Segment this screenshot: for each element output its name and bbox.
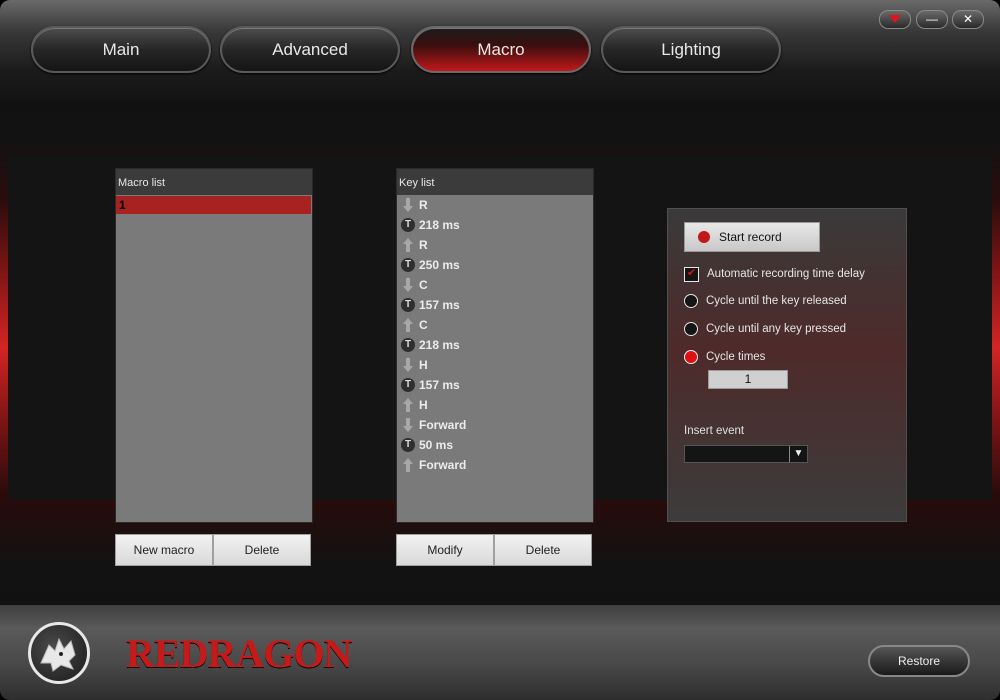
key-list-row[interactable]: H: [397, 355, 593, 375]
timer-t-icon: T: [401, 297, 415, 313]
key-list-row-text: R: [419, 238, 428, 252]
key-list-row[interactable]: T 218 ms: [397, 335, 593, 355]
minimize-button[interactable]: —: [916, 10, 948, 29]
arrow-down-icon: [401, 277, 415, 293]
auto-delay-option: ✔ Automatic recording time delay: [684, 266, 865, 282]
key-list-row[interactable]: C: [397, 275, 593, 295]
record-dot-icon: [698, 231, 710, 243]
key-list-row[interactable]: R: [397, 195, 593, 215]
cycle-until-any-key-label: Cycle until any key pressed: [706, 323, 846, 335]
cycle-until-released-label: Cycle until the key released: [706, 295, 847, 307]
triangle-down-icon: [889, 15, 901, 23]
key-list-row-text: R: [419, 198, 428, 212]
cycle-until-any-key-option: Cycle until any key pressed: [684, 321, 846, 337]
new-macro-button[interactable]: New macro: [115, 534, 213, 566]
macro-list-panel: Macro list 1: [115, 168, 313, 523]
key-list-row-text: 50 ms: [419, 438, 454, 452]
key-list-row[interactable]: T 157 ms: [397, 375, 593, 395]
delete-macro-button[interactable]: Delete: [213, 534, 311, 566]
key-list-row-text: 218 ms: [419, 218, 460, 232]
checkmark-icon: ✔: [687, 266, 697, 279]
key-list-row-text: H: [419, 358, 428, 372]
header-bar: Main Advanced Macro Lighting — ✕: [0, 0, 1000, 100]
tab-advanced[interactable]: Advanced: [220, 26, 400, 73]
key-list-row-text: 157 ms: [419, 378, 460, 392]
menu-dropdown-button[interactable]: [879, 10, 911, 29]
dragon-head-icon: [40, 637, 76, 672]
cycle-times-option: Cycle times: [684, 349, 765, 365]
cycle-times-input[interactable]: 1: [708, 370, 788, 389]
timer-t-icon: T: [401, 217, 415, 233]
key-list-row-text: Forward: [419, 458, 467, 472]
tab-main[interactable]: Main: [31, 26, 211, 73]
modify-button[interactable]: Modify: [396, 534, 494, 566]
cycle-until-any-key-radio[interactable]: [684, 322, 698, 336]
close-icon: ✕: [962, 12, 974, 26]
start-record-label: Start record: [719, 230, 782, 244]
dragon-logo-icon: [28, 622, 90, 684]
key-list-row-text: Forward: [419, 418, 467, 432]
start-record-button[interactable]: Start record: [684, 222, 820, 252]
key-list-buttons: Modify Delete: [396, 534, 592, 566]
key-list-row-text: 250 ms: [419, 258, 460, 272]
tab-lighting[interactable]: Lighting: [601, 26, 781, 73]
macro-list-buttons: New macro Delete: [115, 534, 311, 566]
timer-t-icon: T: [401, 437, 415, 453]
arrow-up-icon: [401, 237, 415, 253]
timer-t-icon: T: [401, 337, 415, 353]
arrow-down-icon: [401, 197, 415, 213]
cycle-times-radio[interactable]: [684, 350, 698, 364]
key-list-row[interactable]: T 250 ms: [397, 255, 593, 275]
app-window: Main Advanced Macro Lighting — ✕ Macro l…: [0, 0, 1000, 700]
insert-event-label: Insert event: [684, 425, 745, 437]
key-list-panel: Key list R T 218 ms R T 250 ms C T 157 ms C T 218 m…: [396, 168, 594, 523]
timer-t-icon: T: [401, 257, 415, 273]
tab-macro[interactable]: Macro: [411, 26, 591, 73]
key-list-row[interactable]: Forward: [397, 415, 593, 435]
record-panel: Start record ✔ Automatic recording time …: [667, 208, 907, 522]
auto-delay-checkbox[interactable]: ✔: [684, 266, 699, 282]
key-list-row-text: C: [419, 278, 428, 292]
brand-logo: REDRAGON: [126, 631, 352, 676]
key-list-row[interactable]: Forward: [397, 455, 593, 475]
cycle-until-released-option: Cycle until the key released: [684, 293, 847, 309]
key-list-row[interactable]: T 218 ms: [397, 215, 593, 235]
footer-bar: REDRAGON Restore: [0, 605, 1000, 700]
key-list-title: Key list: [397, 169, 593, 195]
delete-key-button[interactable]: Delete: [494, 534, 592, 566]
insert-event-dropdown[interactable]: ▼: [684, 445, 808, 463]
cycle-until-released-radio[interactable]: [684, 294, 698, 308]
restore-button[interactable]: Restore: [868, 645, 970, 677]
cycle-times-label: Cycle times: [706, 351, 766, 363]
key-list-row-text: C: [419, 318, 428, 332]
arrow-up-icon: [401, 317, 415, 333]
key-list-row-text: 218 ms: [419, 338, 460, 352]
key-list-rows: R T 218 ms R T 250 ms C T 157 ms C T 218 ms H T 157 ms…: [397, 195, 593, 475]
key-list-row-text: 157 ms: [419, 298, 460, 312]
arrow-up-icon: [401, 397, 415, 413]
dropdown-arrow-icon: ▼: [789, 446, 807, 462]
key-list-row[interactable]: R: [397, 235, 593, 255]
auto-delay-label: Automatic recording time delay: [707, 268, 865, 280]
arrow-down-icon: [401, 357, 415, 373]
key-list-row[interactable]: H: [397, 395, 593, 415]
arrow-down-icon: [401, 417, 415, 433]
key-list-row[interactable]: T 50 ms: [397, 435, 593, 455]
macro-list-item[interactable]: 1: [116, 196, 311, 214]
key-list-row[interactable]: C: [397, 315, 593, 335]
arrow-up-icon: [401, 457, 415, 473]
key-list-row-text: H: [419, 398, 428, 412]
close-button[interactable]: ✕: [952, 10, 984, 29]
key-list-row[interactable]: T 157 ms: [397, 295, 593, 315]
timer-t-icon: T: [401, 377, 415, 393]
macro-list-title: Macro list: [116, 169, 312, 195]
minimize-icon: —: [926, 12, 938, 26]
